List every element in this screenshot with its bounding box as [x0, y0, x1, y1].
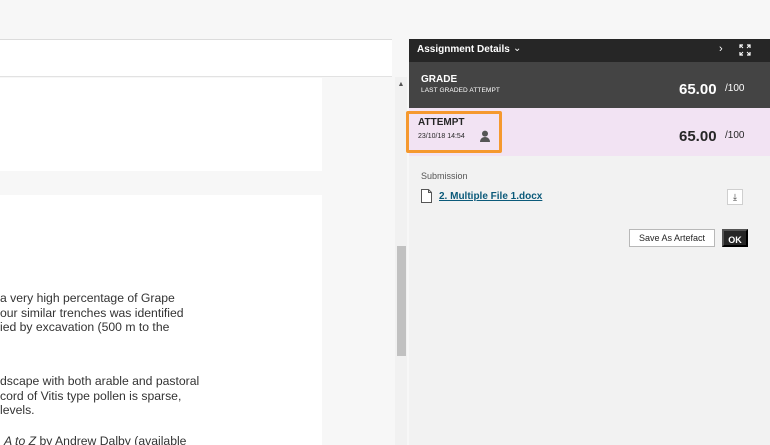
file-icon	[421, 189, 432, 203]
attempt-max: /100	[725, 130, 745, 141]
document-paragraph: dscape with both arable and pastoral cor…	[0, 374, 322, 418]
grade-section: GRADE LAST GRADED ATTEMPT 65.00 /100	[409, 62, 770, 108]
document-line: levels.	[0, 403, 35, 418]
grade-score: 65.00	[679, 81, 717, 98]
document-line: dscape with both arable and pastoral	[0, 374, 200, 388]
document-line: our similar trenches was identified	[0, 305, 184, 320]
document-line: A to Z by Andrew Dalby (available	[0, 434, 322, 445]
document-line: ied by excavation (500 m to the	[0, 320, 170, 335]
grade-max: /100	[725, 83, 745, 94]
ok-button[interactable]: OK	[722, 229, 748, 247]
assignment-details-panel: Assignment Details ⌄ › GRADE LAST GRADED…	[406, 39, 770, 445]
expand-icon[interactable]	[739, 44, 751, 56]
document-paragraph: a very high percentage of Grape our simi…	[0, 291, 322, 335]
scrollbar-thumb[interactable]	[397, 246, 406, 356]
submission-file-link[interactable]: 2. Multiple File 1.docx	[439, 191, 542, 202]
panel-header: Assignment Details ⌄ ›	[409, 39, 770, 62]
document-line: cord of Vitis type pollen is sparse,	[0, 388, 182, 403]
top-bar	[0, 0, 770, 39]
attempt-row[interactable]: ATTEMPT 23/10/18 14:54 65.00 /100	[406, 108, 770, 156]
panel-title[interactable]: Assignment Details	[417, 44, 510, 55]
grade-label: GRADE	[421, 74, 458, 85]
document-card	[0, 78, 322, 171]
download-icon[interactable]: ⤓	[727, 189, 743, 205]
submission-label: Submission	[421, 171, 468, 181]
grade-sublabel: LAST GRADED ATTEMPT	[421, 87, 500, 94]
document-header	[0, 39, 392, 77]
scroll-up-arrow-icon[interactable]: ▲	[396, 80, 406, 90]
document-line: a very high percentage of Grape	[0, 291, 175, 305]
book-title: A to Z	[4, 434, 37, 445]
document-line-rest: by Andrew Dalby (available	[36, 434, 187, 445]
save-as-artefact-button[interactable]: Save As Artefact	[629, 229, 715, 247]
attempt-score: 65.00	[679, 128, 717, 145]
chevron-right-icon[interactable]: ›	[719, 43, 723, 55]
chevron-down-icon[interactable]: ⌄	[513, 43, 521, 54]
attempt-highlight	[406, 111, 502, 153]
